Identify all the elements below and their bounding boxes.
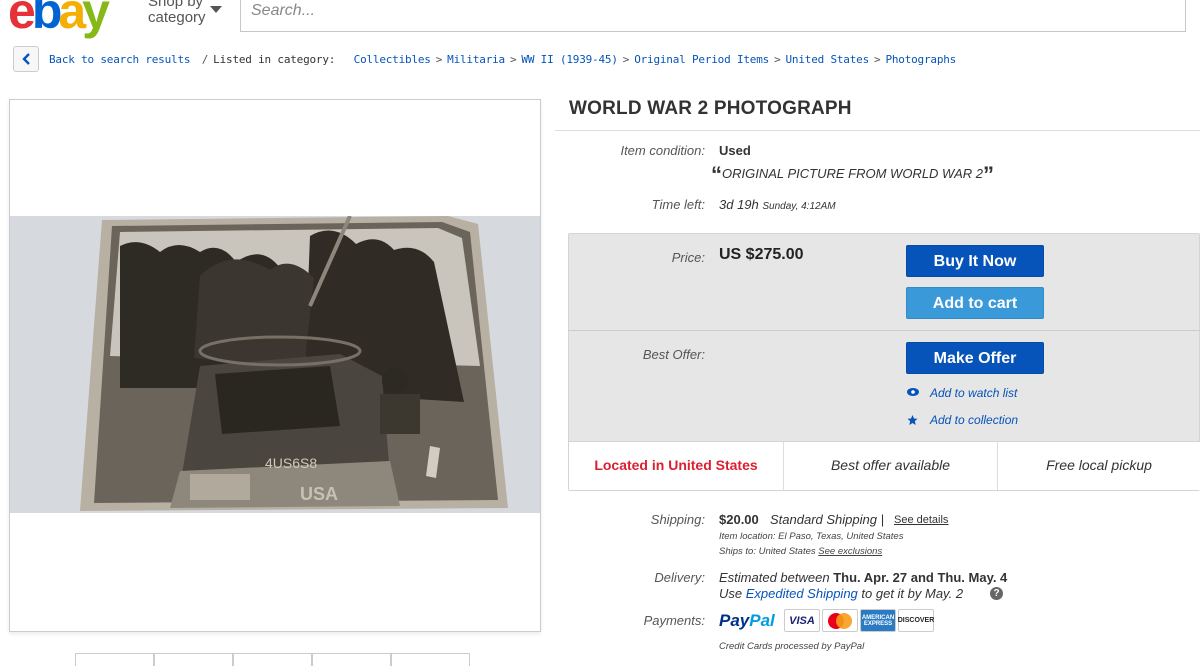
payments-label: Payments: (643, 613, 705, 628)
item-badges: Located in United States Best offer avai… (569, 441, 1200, 490)
breadcrumb-item-militaria[interactable]: Militaria (447, 53, 505, 66)
breadcrumb-item-photographs[interactable]: Photographs (885, 53, 956, 66)
add-to-collection-link[interactable]: Add to collection (906, 413, 1018, 427)
breadcrumb-item-ww2[interactable]: WW II (1939-45) (521, 53, 618, 66)
breadcrumb: Back to search results / Listed in catego… (49, 53, 957, 66)
breadcrumb-item-collectibles[interactable]: Collectibles (354, 53, 431, 66)
buy-it-now-button[interactable]: Buy It Now (906, 245, 1044, 277)
search-box (240, 0, 1186, 32)
breadcrumb-item-united-states[interactable]: United States (786, 53, 870, 66)
shop-by-label-2: category (148, 9, 206, 26)
item-location: Item location: El Paso, Texas, United St… (719, 531, 904, 542)
add-to-cart-button[interactable]: Add to cart (906, 287, 1044, 319)
shipping-label: Shipping: (650, 512, 705, 527)
item-photo-image: 4US6S8 USA (10, 216, 540, 513)
ships-to: Ships to: United States See exclusions (719, 546, 883, 557)
item-photo[interactable]: 4US6S8 USA (10, 216, 540, 513)
thumbnail[interactable] (391, 653, 470, 666)
visa-icon: VISA (784, 609, 820, 632)
add-to-watch-list-link[interactable]: Add to watch list (906, 386, 1017, 400)
price-value: US $275.00 (719, 246, 804, 263)
thumbnail-strip (75, 653, 470, 666)
see-exclusions-link[interactable]: See exclusions (818, 546, 882, 557)
time-left-label: Time left: (651, 197, 705, 212)
search-input[interactable] (251, 0, 1151, 26)
location-badge: Located in United States (569, 442, 784, 490)
thumbnail[interactable] (154, 653, 233, 666)
shop-by-category-button[interactable]: Shop by category (148, 0, 206, 26)
paypal-logo: PayPal (719, 611, 775, 630)
thumbnail[interactable] (233, 653, 312, 666)
payment-cards: VISA AMERICAN EXPRESS DISCOVER (784, 609, 934, 632)
condition-label: Item condition: (620, 143, 705, 158)
expedited-shipping-link[interactable]: Expedited Shipping (746, 586, 858, 601)
shipping-method: Standard Shipping | (770, 512, 884, 527)
delivery-estimate: Estimated between Thu. Apr. 27 and Thu. … (719, 570, 1008, 585)
buy-box-divider (568, 330, 1200, 331)
discover-icon: DISCOVER (898, 609, 934, 632)
help-icon[interactable]: ? (990, 587, 1003, 600)
expedited-line: Use Expedited Shipping to get it by May.… (719, 586, 964, 601)
thumbnail[interactable] (75, 653, 154, 666)
price-label: Price: (671, 250, 705, 265)
best-offer-label: Best Offer: (642, 347, 705, 362)
chevron-left-icon (22, 53, 30, 65)
condition-description: “ORIGINAL PICTURE FROM WORLD WAR 2” (711, 162, 994, 187)
item-title: WORLD WAR 2 PHOTOGRAPH (569, 98, 852, 119)
chevron-down-icon[interactable] (210, 6, 222, 13)
title-divider (555, 130, 1200, 131)
delivery-label: Delivery: (654, 570, 705, 585)
condition-value: Used (719, 143, 751, 158)
time-left-value: 3d 19h Sunday, 4:12AM (719, 197, 836, 212)
see-details-link[interactable]: See details (894, 514, 948, 526)
make-offer-button[interactable]: Make Offer (906, 342, 1044, 374)
listed-in-label: Listed in category: (213, 53, 336, 66)
back-to-search-link[interactable]: Back to search results (49, 53, 190, 66)
amex-icon: AMERICAN EXPRESS (860, 609, 896, 632)
ebay-logo[interactable]: ebay (8, 0, 110, 36)
back-button[interactable] (13, 46, 39, 72)
time-left-detail: Sunday, 4:12AM (762, 201, 836, 212)
top-header: ebay Shop by category (0, 0, 1200, 36)
local-pickup-badge: Free local pickup (1046, 457, 1152, 473)
item-image-panel[interactable]: 4US6S8 USA (9, 99, 541, 632)
breadcrumb-item-original-period[interactable]: Original Period Items (634, 53, 769, 66)
svg-text:USA: USA (300, 484, 338, 504)
shipping-price: $20.00 (719, 512, 759, 527)
star-icon (907, 415, 918, 425)
best-offer-badge: Best offer available (784, 442, 998, 490)
thumbnail[interactable] (312, 653, 391, 666)
credit-card-note: Credit Cards processed by PayPal (719, 641, 865, 652)
mastercard-icon (822, 609, 858, 632)
eye-icon (907, 388, 919, 396)
svg-text:4US6S8: 4US6S8 (265, 455, 317, 471)
